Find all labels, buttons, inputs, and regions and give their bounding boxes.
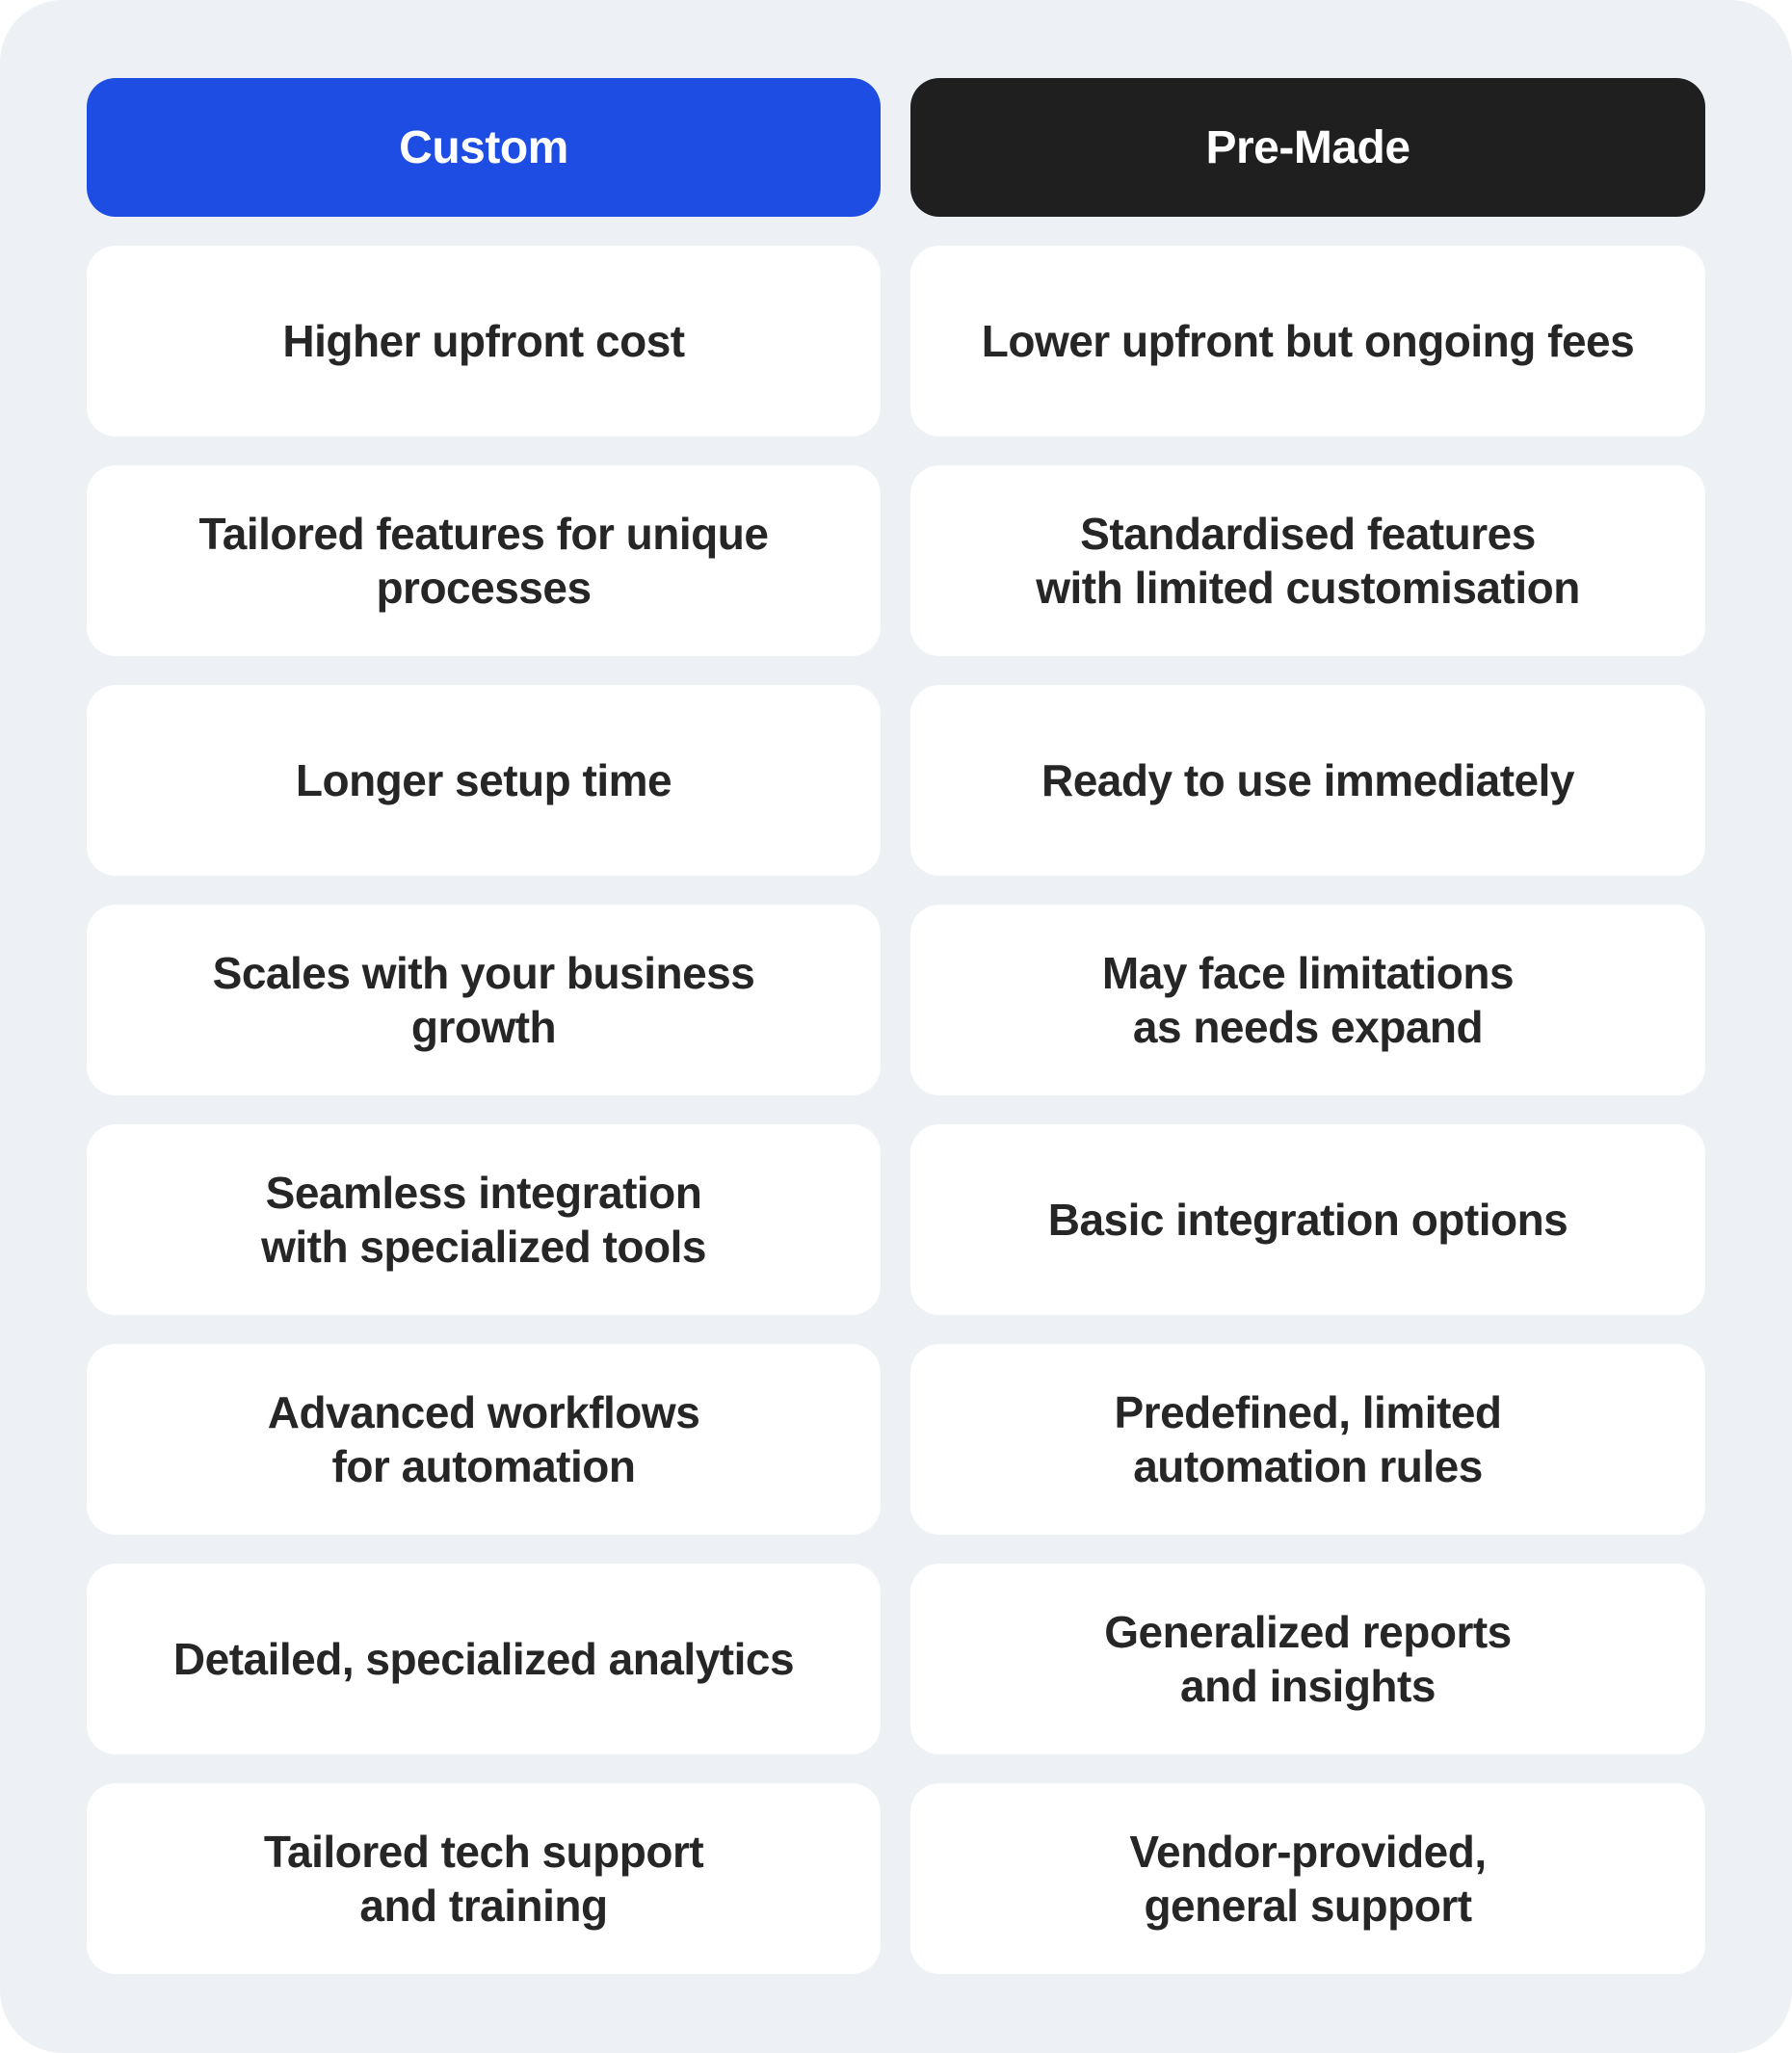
cell-text: Seamless integration with specialized to…	[261, 1168, 706, 1272]
comparison-cell-custom: Detailed, specialized analytics	[87, 1564, 881, 1754]
comparison-cell-premade: Vendor-provided, general support	[910, 1783, 1705, 1974]
comparison-cell-custom: Advanced workflows for automation	[87, 1344, 881, 1535]
cell-text: Basic integration options	[1047, 1195, 1568, 1245]
cell-text: Predefined, limited automation rules	[1114, 1387, 1502, 1491]
cell-text: Scales with your business growth	[212, 948, 755, 1052]
comparison-cell-custom: Scales with your business growth	[87, 905, 881, 1095]
column-header-premade: Pre-Made	[910, 78, 1705, 217]
cell-text: Lower upfront but ongoing fees	[981, 316, 1635, 366]
cell-text: Higher upfront cost	[282, 316, 685, 366]
comparison-cell-custom: Tailored tech support and training	[87, 1783, 881, 1974]
cell-text: Longer setup time	[295, 755, 672, 805]
cell-text: Vendor-provided, general support	[1129, 1827, 1487, 1931]
comparison-cell-premade: Generalized reports and insights	[910, 1564, 1705, 1754]
comparison-cell-custom: Higher upfront cost	[87, 246, 881, 436]
cell-text: Generalized reports and insights	[1104, 1607, 1512, 1711]
comparison-cell-premade: May face limitations as needs expand	[910, 905, 1705, 1095]
cell-text: Advanced workflows for automation	[267, 1387, 700, 1491]
cell-text: Ready to use immediately	[1041, 755, 1574, 805]
comparison-cell-custom: Seamless integration with specialized to…	[87, 1124, 881, 1315]
comparison-panel: Custom Pre-Made Higher upfront cost Lower…	[0, 0, 1792, 2053]
cell-text: Detailed, specialized analytics	[172, 1634, 795, 1684]
comparison-cell-premade: Lower upfront but ongoing fees	[910, 246, 1705, 436]
comparison-cell-premade: Ready to use immediately	[910, 685, 1705, 876]
cell-text: Tailored tech support and training	[263, 1827, 704, 1931]
cell-text: May face limitations as needs expand	[1101, 948, 1515, 1052]
comparison-cell-custom: Longer setup time	[87, 685, 881, 876]
comparison-cell-premade: Predefined, limited automation rules	[910, 1344, 1705, 1535]
comparison-cell-premade: Basic integration options	[910, 1124, 1705, 1315]
comparison-cell-custom: Tailored features for unique processes	[87, 465, 881, 656]
comparison-cell-premade: Standardised features with limited custo…	[910, 465, 1705, 656]
cell-text: Tailored features for unique processes	[198, 509, 769, 613]
column-header-custom: Custom	[87, 78, 881, 217]
column-header-label: Custom	[399, 121, 568, 173]
cell-text: Standardised features with limited custo…	[1036, 509, 1580, 613]
column-header-label: Pre-Made	[1205, 121, 1410, 173]
